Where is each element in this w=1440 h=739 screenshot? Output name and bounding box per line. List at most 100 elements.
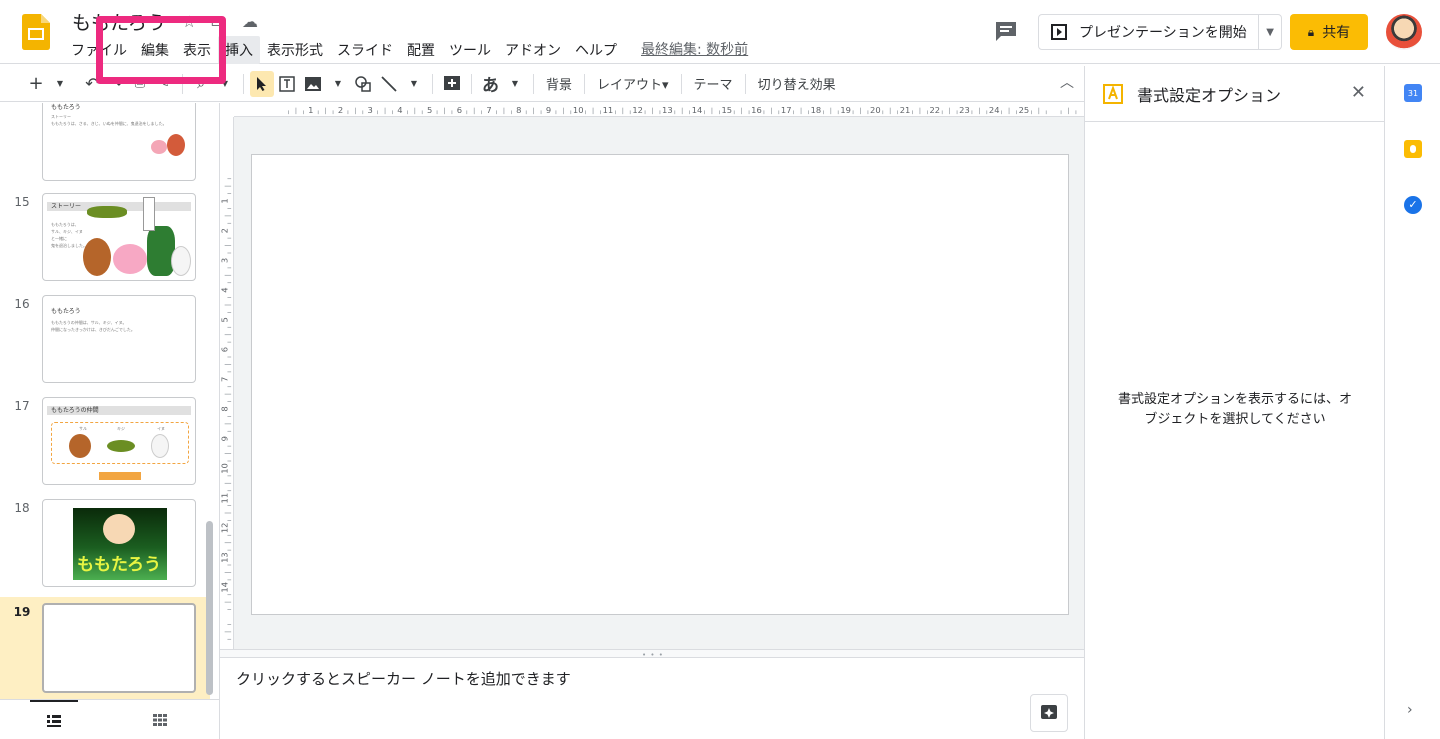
ruler-label: 14 [220,582,229,593]
image-caret-icon[interactable]: ▼ [326,71,350,97]
comment-history-icon[interactable] [994,20,1018,42]
thumb-pheasant [107,440,135,452]
toolbar-divider [680,73,682,94]
new-slide-icon[interactable]: + [24,71,48,97]
last-edit-link[interactable]: 最終編集: 数秒前 [641,39,748,59]
present-options-caret-icon[interactable]: ▼ [1259,27,1281,38]
filmstrip-slide[interactable]: 15 ストーリー ももたろうは、 サル、キジ、イヌ と一緒に 鬼を退治しました。 [0,191,210,291]
thumb-text: ももたろうは、さる、きじ、いぬを仲間に、鬼退治をしました。 [51,121,167,126]
slides-logo-icon[interactable] [22,14,50,50]
filmstrip-slide[interactable]: 16 ももたろう ももたろうの仲間は、サル、キジ、イヌ。 仲間になったきっかけは… [0,293,210,393]
theme-button[interactable]: テーマ [688,74,739,93]
ruler-label: 10 [220,463,229,474]
slide-thumbnail[interactable]: ももたろう ストーリー ももたろうは、さる、きじ、いぬを仲間に、鬼退治をしました… [42,103,196,181]
toolbar-divider [584,73,586,94]
slide-thumbnail[interactable]: ももたろうの仲間 サル キジ イヌ [42,397,196,485]
insert-image-icon[interactable] [300,71,326,97]
shape-icon[interactable] [350,71,376,97]
line-caret-icon[interactable]: ▼ [402,71,426,97]
ruler-label: 7 [486,105,491,115]
ruler-label: 12 [632,105,643,115]
calendar-icon[interactable]: 31 [1404,84,1422,102]
input-tools-caret-icon[interactable]: ▼ [503,71,527,97]
thumb-text: ももたろうの仲間は、サル、キジ、イヌ。 [51,320,127,325]
grid-view-icon[interactable] [140,700,180,739]
thumb-dog [171,246,191,276]
filmstrip-slide-current[interactable]: 19 [0,597,210,699]
present-button[interactable]: プレゼンテーションを開始 [1039,15,1260,49]
thumb-label: サル [79,426,87,431]
ruler-label: 3 [220,258,229,263]
ruler-label: 2 [220,228,229,233]
line-icon[interactable] [376,71,402,97]
filmstrip-view-icon[interactable] [30,700,78,739]
explore-icon [1041,705,1057,719]
thumb-peach [113,244,147,274]
add-comment-icon[interactable] [439,71,465,97]
ruler-label: 3 [368,105,373,115]
menu-format[interactable]: 表示形式 [260,36,330,64]
keep-bulb [1410,145,1416,153]
ruler-label: 10 [573,105,584,115]
slide-number: 17 [14,399,30,413]
ruler-label: 2 [338,105,343,115]
speaker-notes-placeholder[interactable]: クリックするとスピーカー ノートを追加できます [236,668,571,689]
menu-slide[interactable]: スライド [330,36,400,64]
slide-number: 15 [14,195,30,209]
toolbar-divider [533,73,534,94]
explore-button[interactable] [1030,694,1068,732]
tasks-check: ✓ [1408,198,1418,211]
slide-thumbnail[interactable]: ももたろう ももたろうの仲間は、サル、キジ、イヌ。 仲間になったきっかけは、きび… [42,295,196,383]
ruler-label: 23 [959,105,970,115]
menu-addons[interactable]: アドオン [498,36,568,64]
ruler-label: 7 [220,377,229,382]
new-slide-caret-icon[interactable]: ▼ [48,71,72,97]
ruler-label: 13 [220,552,229,563]
horizontal-ruler[interactable]: 1 2 3 4 5 6 7 8 9 10 11 12 13 14 15 16 17 18 19 20 21 22 23 24 2… [234,103,1084,117]
filmstrip-slide[interactable]: ももたろう ストーリー ももたろうは、さる、きじ、いぬを仲間に、鬼退治をしました… [0,103,210,193]
textbox-icon[interactable] [274,71,300,97]
ruler-label: 24 [989,105,1000,115]
filmstrip-slide[interactable]: 17 ももたろうの仲間 サル キジ イヌ [0,395,210,495]
slide-thumbnail[interactable] [42,603,196,693]
thumb-flag [143,197,155,231]
user-avatar[interactable] [1386,14,1422,50]
menu-help[interactable]: ヘルプ [568,36,624,64]
thumb-cover-title: ももたろう [77,555,161,575]
notes-resize-handle[interactable]: • • • [220,649,1084,659]
tasks-icon[interactable]: ✓ [1404,196,1422,214]
thumb-title: ももたろうの仲間 [47,406,191,415]
vertical-ruler[interactable]: 1234567891011121314 [220,117,234,649]
slide-canvas[interactable] [251,154,1069,615]
chevron-right-icon[interactable]: › [1407,702,1413,718]
keep-icon[interactable] [1404,140,1422,158]
slide-thumbnail[interactable]: ももたろう [42,499,196,587]
format-options-panel: 書式設定オプション ✕ 書式設定オプションを表示するには、オ ブジェクトを選択し… [1084,66,1384,739]
select-cursor-icon[interactable] [250,70,274,97]
share-button[interactable]: 🔒︎ 共有 [1290,14,1368,50]
ruler-label: 13 [662,105,673,115]
background-button[interactable]: 背景 [540,74,578,93]
ruler-label: 11 [603,105,614,115]
share-label: 共有 [1322,25,1351,41]
ruler-label: 18 [811,105,822,115]
present-label: プレゼンテーションを開始 [1079,25,1247,41]
filmstrip-slide[interactable]: 18 ももたろう [0,497,210,597]
slide-thumbnail[interactable]: ストーリー ももたろうは、 サル、キジ、イヌ と一緒に 鬼を退治しました。 [42,193,196,281]
transition-button[interactable]: 切り替え効果 [752,74,842,93]
layout-button[interactable]: レイアウト▾ [591,74,675,93]
menu-arrange[interactable]: 配置 [400,36,442,64]
ruler-label: 14 [692,105,703,115]
close-icon[interactable]: ✕ [1351,82,1366,103]
collapse-menus-icon[interactable]: ︿ [1060,72,1074,92]
filmstrip-scrollbar[interactable] [206,521,213,695]
ruler-label: 1 [308,105,313,115]
format-panel-title: 書式設定オプション [1137,85,1282,105]
thumb-label: イヌ [157,426,165,431]
format-panel-message-line: ブジェクトを選択してください [1144,412,1326,427]
cloud-status-icon[interactable]: ☁ [242,12,258,31]
input-tools-icon[interactable]: あ [478,71,503,97]
menu-tools[interactable]: ツール [442,36,498,64]
ruler-label: 16 [751,105,762,115]
format-panel-empty-message: 書式設定オプションを表示するには、オ ブジェクトを選択してください [1105,390,1365,430]
